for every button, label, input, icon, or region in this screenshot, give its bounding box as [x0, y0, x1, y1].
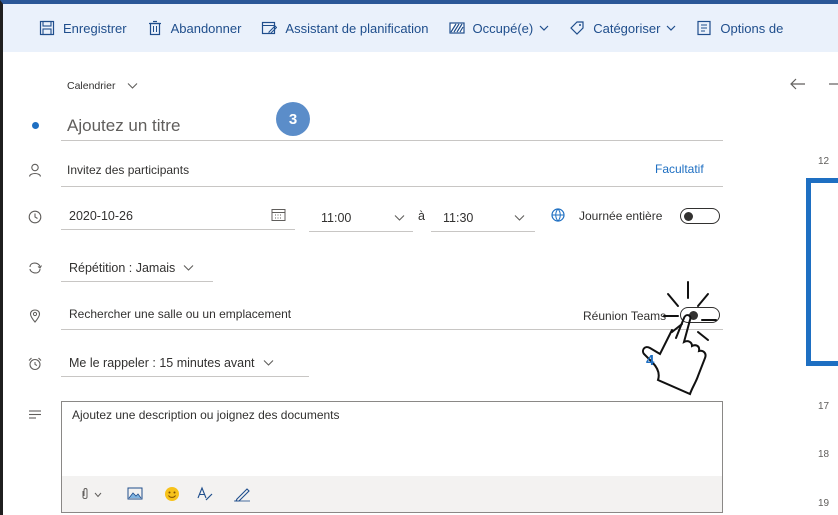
show-as-label: Occupé(e) — [472, 20, 534, 36]
attach-icon[interactable] — [80, 487, 90, 501]
alarm-clock-icon — [28, 357, 42, 371]
repeat-icon — [29, 262, 42, 274]
attendees-underline — [61, 186, 723, 187]
all-day-toggle[interactable] — [680, 208, 720, 224]
location-underline — [61, 329, 723, 330]
format-text-icon[interactable] — [196, 486, 214, 502]
date-field[interactable]: 2020-10-26 — [69, 209, 133, 223]
time-separator: à — [418, 209, 425, 223]
chevron-down-icon — [183, 265, 194, 271]
title-underline — [61, 140, 723, 141]
reminder-label: Me le rappeler : 15 minutes avant — [69, 356, 255, 370]
chevron-down-icon[interactable] — [94, 492, 102, 498]
person-icon — [28, 163, 42, 177]
show-as-dropdown[interactable]: Occupé(e) — [448, 20, 550, 36]
response-options-label: Options de — [720, 20, 784, 36]
event-form: Calendrier Ajoutez un titre 3 Invitez de… — [3, 52, 748, 515]
hour-label: 19 — [818, 498, 830, 509]
clock-icon — [28, 210, 42, 224]
categorize-label: Catégoriser — [593, 20, 661, 36]
arrow-left-icon[interactable] — [790, 78, 806, 90]
categorize-dropdown[interactable]: Catégoriser — [569, 20, 676, 36]
hour-label: 18 — [818, 449, 830, 460]
chevron-down-icon — [666, 25, 676, 31]
toggle-knob — [684, 211, 693, 221]
reminder-dropdown[interactable]: Me le rappeler : 15 minutes avant — [69, 356, 274, 370]
chevron-down-icon[interactable] — [514, 214, 525, 222]
discard-label: Abandonner — [170, 20, 242, 36]
calendar-selector[interactable]: Calendrier — [67, 80, 138, 92]
calendar-selector-label: Calendrier — [67, 80, 116, 92]
attendees-input[interactable]: Invitez des participants — [67, 163, 189, 177]
date-underline — [61, 229, 295, 230]
repeat-underline — [61, 281, 213, 282]
busy-status-icon — [448, 22, 465, 34]
save-label: Enregistrer — [63, 20, 127, 36]
step-4-label: 4 — [646, 352, 655, 369]
date-picker-icon[interactable] — [271, 208, 286, 222]
chevron-down-icon — [263, 360, 273, 366]
description-editor[interactable]: Ajoutez une description ou joignez des d… — [61, 401, 723, 513]
start-time-field[interactable]: 11:00 — [321, 211, 351, 225]
optional-attendees-link[interactable]: Facultatif — [655, 162, 704, 176]
signature-pen-icon[interactable] — [233, 486, 251, 502]
options-list-icon — [697, 20, 712, 36]
save-button[interactable]: Enregistrer — [39, 20, 127, 36]
trash-icon — [148, 20, 161, 36]
description-placeholder: Ajoutez une description ou joignez des d… — [72, 408, 340, 422]
chevron-down-icon — [539, 25, 549, 31]
hour-label: 17 — [818, 401, 830, 412]
new-event-block[interactable] — [806, 178, 838, 366]
time-zone-icon[interactable] — [550, 207, 566, 223]
start-time-underline — [309, 231, 413, 232]
end-time-field[interactable]: 11:30 — [443, 211, 473, 225]
end-time-underline — [431, 231, 535, 232]
reminder-underline — [61, 376, 309, 377]
hour-label: 12 — [818, 156, 830, 167]
pointer-hand-icon — [641, 281, 717, 396]
scheduling-assistant-button[interactable]: Assistant de planification — [261, 20, 429, 36]
location-pin-icon — [29, 309, 41, 323]
scheduling-assistant-label: Assistant de planification — [285, 20, 429, 36]
location-input[interactable]: Rechercher une salle ou un emplacement — [69, 307, 291, 321]
calendar-color-dot — [32, 122, 39, 129]
step-3-badge: 3 — [276, 102, 310, 136]
repeat-dropdown[interactable]: Répétition : Jamais — [69, 261, 194, 275]
response-options-button[interactable]: Options de — [696, 20, 783, 36]
chevron-down-icon — [128, 83, 138, 89]
tag-icon — [570, 21, 584, 35]
calendar-edit-icon — [262, 21, 278, 35]
chevron-down-icon[interactable] — [394, 214, 405, 222]
editor-toolbar — [62, 476, 722, 512]
title-input[interactable]: Ajoutez un titre — [67, 116, 180, 136]
save-icon — [39, 20, 55, 36]
emoji-icon[interactable] — [164, 486, 180, 502]
text-lines-icon — [29, 410, 41, 419]
command-bar: Enregistrer Abandonner Assistant de plan… — [3, 4, 838, 52]
all-day-label: Journée entière — [579, 209, 663, 223]
repeat-label: Répétition : Jamais — [69, 261, 176, 275]
discard-button[interactable]: Abandonner — [147, 20, 242, 36]
image-icon[interactable] — [127, 487, 143, 500]
arrow-right-icon[interactable] — [828, 78, 838, 90]
